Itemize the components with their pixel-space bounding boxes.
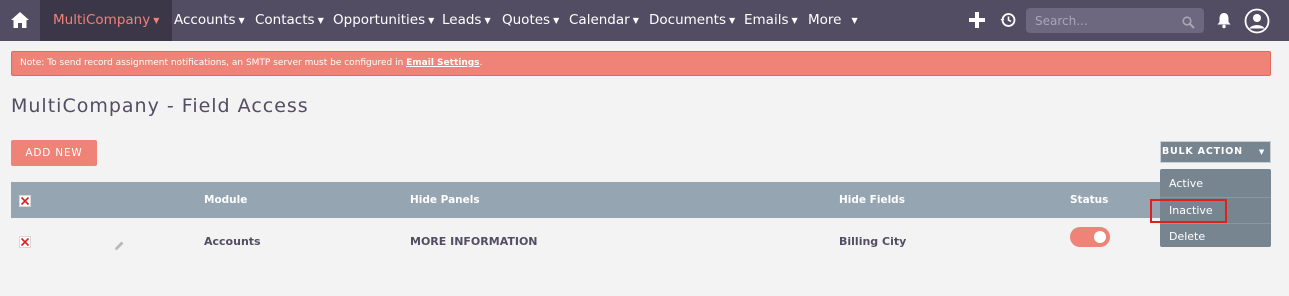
page-title: MultiCompany - Field Access: [11, 95, 309, 117]
cell-hide-panels: MORE INFORMATION: [410, 235, 538, 248]
nav-item-calendar[interactable]: Calendar ▼: [569, 0, 639, 41]
select-all-checkbox[interactable]: [19, 195, 31, 207]
pencil-icon[interactable]: [113, 237, 125, 250]
column-header-hide-panels[interactable]: Hide Panels: [410, 182, 480, 218]
toggle-knob: [1094, 231, 1106, 243]
nav-item-opportunities[interactable]: Opportunities ▼: [333, 0, 434, 41]
column-header-module[interactable]: Module: [204, 182, 247, 218]
nav-label: More: [808, 12, 842, 28]
highlight-annotation: [1150, 199, 1227, 223]
nav-label: Quotes: [502, 12, 551, 28]
table-header: Module Hide Panels Hide Fields Status: [11, 182, 1271, 218]
nav-item-leads[interactable]: Leads ▼: [442, 0, 491, 41]
chevron-down-icon: ▼: [632, 16, 639, 25]
chevron-down-icon: ▼: [728, 16, 736, 25]
bell-icon[interactable]: [1215, 11, 1233, 29]
nav-item-contacts[interactable]: Contacts ▼: [255, 0, 324, 41]
nav-label: Leads: [442, 12, 482, 28]
alert-text: Note: To send record assignment notifica…: [20, 58, 407, 68]
home-icon[interactable]: [10, 10, 30, 30]
nav-label: Emails: [744, 12, 789, 28]
history-icon[interactable]: [999, 11, 1017, 29]
column-header-status[interactable]: Status: [1070, 182, 1108, 218]
cell-hide-fields: Billing City: [839, 235, 907, 248]
nav-item-more[interactable]: More ▼: [808, 0, 858, 41]
table-row: Accounts MORE INFORMATION Billing City: [11, 218, 1271, 266]
nav-label: MultiCompany: [53, 12, 151, 28]
search-icon[interactable]: [1182, 14, 1195, 29]
nav-label: Calendar: [569, 12, 630, 28]
chevron-down-icon: ▼: [851, 16, 858, 25]
nav-label: Contacts: [255, 12, 315, 28]
menu-item-delete[interactable]: Delete: [1160, 223, 1271, 249]
plus-icon[interactable]: [968, 11, 986, 29]
chevron-down-icon: ▼: [484, 16, 491, 25]
nav-label: Opportunities: [333, 12, 426, 28]
cell-module: Accounts: [204, 235, 261, 248]
chevron-down-icon: ▼: [238, 16, 245, 25]
menu-item-active[interactable]: Active: [1160, 171, 1271, 197]
nav-item-emails[interactable]: Emails ▼: [744, 0, 798, 41]
user-icon[interactable]: [1244, 8, 1270, 34]
chevron-down-icon: ▼: [553, 16, 560, 25]
alert-suffix: .: [479, 58, 483, 68]
chevron-down-icon: ▼: [153, 16, 160, 25]
nav-item-quotes[interactable]: Quotes ▼: [502, 0, 559, 41]
column-header-hide-fields[interactable]: Hide Fields: [839, 182, 905, 218]
nav-item-documents[interactable]: Documents ▼: [649, 0, 735, 41]
nav-item-accounts[interactable]: Accounts ▼: [174, 0, 245, 41]
search-box[interactable]: [1026, 8, 1204, 33]
search-input[interactable]: [1035, 11, 1180, 30]
smtp-alert: Note: To send record assignment notifica…: [11, 51, 1271, 76]
email-settings-link[interactable]: Email Settings: [406, 58, 479, 68]
nav-item-multicompany[interactable]: MultiCompany ▼: [40, 0, 173, 41]
chevron-down-icon: ▼: [428, 16, 435, 25]
nav-label: Accounts: [174, 12, 236, 28]
bulk-action-label: BULK ACTION: [1162, 146, 1243, 157]
chevron-down-icon: ▼: [791, 16, 798, 25]
add-new-button[interactable]: ADD NEW: [11, 140, 97, 166]
row-checkbox[interactable]: [19, 236, 31, 248]
status-toggle[interactable]: [1070, 227, 1110, 247]
nav-label: Documents: [649, 12, 726, 28]
chevron-down-icon: ▼: [317, 16, 324, 25]
top-navbar: MultiCompany ▼ Accounts ▼ Contacts ▼ Opport…: [0, 0, 1289, 41]
chevron-down-icon: ▼: [1258, 148, 1265, 156]
bulk-action-button[interactable]: BULK ACTION ▼: [1160, 141, 1271, 163]
